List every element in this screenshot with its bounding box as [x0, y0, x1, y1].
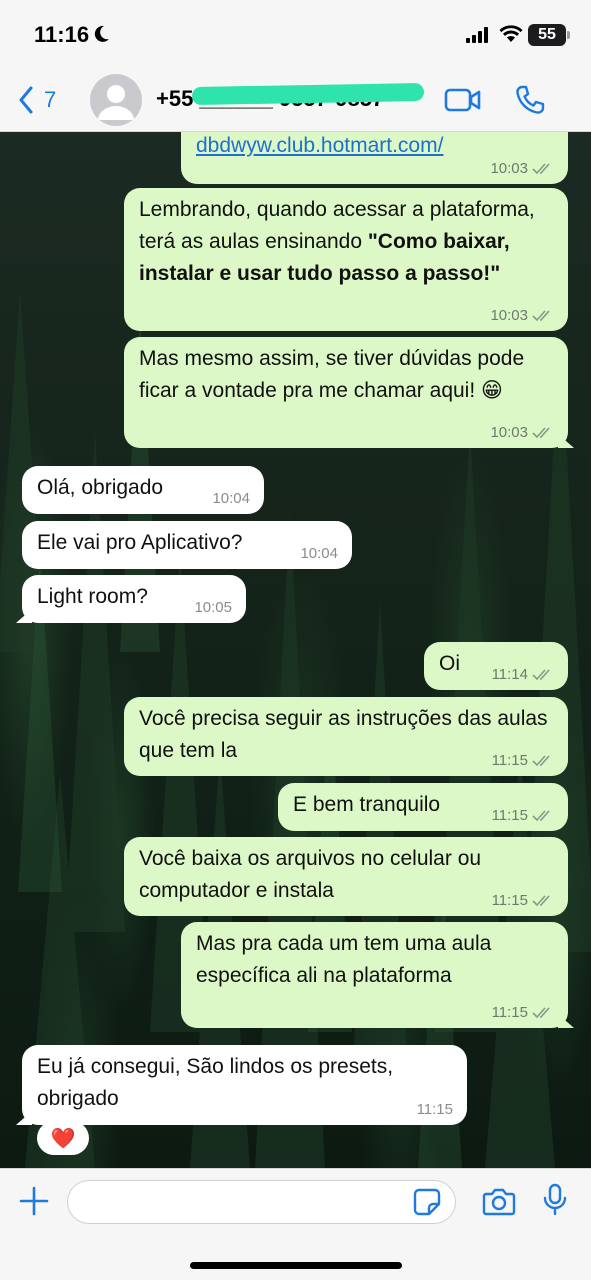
message-time: 11:15 — [491, 807, 528, 824]
back-chevron-icon — [19, 86, 33, 114]
read-receipt-icon — [532, 810, 550, 822]
message-text: Mas pra cada um tem uma aula específica … — [196, 932, 492, 987]
bubble-tail — [16, 1111, 32, 1125]
message-time: 10:04 — [212, 490, 250, 507]
message-bubble-outgoing[interactable]: dbdwyw.club.hotmart.com/ 10:03 — [181, 132, 568, 184]
status-bar: 11:16 55 — [0, 0, 591, 70]
message-time: 11:15 — [491, 752, 528, 769]
message-time: 10:05 — [194, 599, 232, 616]
message-bubble-outgoing[interactable]: Você precisa seguir as instruções das au… — [124, 697, 568, 776]
plus-icon[interactable] — [18, 1185, 50, 1217]
message-list[interactable]: dbdwyw.club.hotmart.com/ 10:03 Lembrando… — [0, 132, 591, 1168]
camera-icon[interactable] — [482, 1187, 516, 1217]
message-input[interactable] — [67, 1180, 456, 1224]
redaction-mark — [191, 82, 425, 106]
bubble-tail — [558, 1014, 574, 1028]
status-time: 11:16 — [34, 22, 90, 47]
back-button[interactable]: 7 — [18, 86, 56, 114]
wifi-icon — [499, 25, 523, 42]
unread-count: 7 — [44, 87, 57, 112]
cellular-signal-icon — [466, 27, 488, 43]
composer-bar — [0, 1168, 591, 1280]
message-time: 11:15 — [416, 1101, 453, 1118]
message-time: 11:15 — [491, 892, 528, 909]
link-text[interactable]: dbdwyw.club.hotmart.com/ — [196, 134, 443, 157]
message-text: Ele vai pro Aplicativo? — [37, 531, 243, 554]
home-indicator — [190, 1262, 402, 1269]
message-bubble-outgoing[interactable]: Mas mesmo assim, se tiver dúvidas pode f… — [124, 337, 574, 448]
read-receipt-icon — [532, 755, 550, 767]
bubble-tail — [558, 434, 574, 448]
message-time: 10:03 — [490, 424, 528, 441]
read-receipt-icon — [532, 310, 550, 322]
moon-icon — [94, 25, 109, 42]
message-bubble-outgoing[interactable]: E bem tranquilo 11:15 — [278, 783, 568, 831]
message-bubble-incoming[interactable]: Olá, obrigado 10:04 — [22, 466, 264, 514]
message-text: Eu já consegui, São lindos os presets, o… — [37, 1055, 394, 1110]
bubble-tail — [16, 609, 32, 623]
avatar[interactable] — [90, 74, 142, 126]
read-receipt-icon — [532, 427, 550, 439]
message-bubble-outgoing[interactable]: Mas pra cada um tem uma aula específica … — [181, 922, 574, 1028]
sticker-icon[interactable] — [413, 1188, 441, 1216]
read-receipt-icon — [532, 1007, 550, 1019]
chat-header: 7 +55 ______ 9557-9857 — [0, 70, 591, 132]
microphone-icon[interactable] — [543, 1183, 567, 1217]
avatar-icon — [98, 85, 134, 120]
reaction-heart[interactable]: ❤️ — [37, 1121, 89, 1155]
message-time: 11:14 — [491, 666, 528, 683]
video-call-icon[interactable] — [444, 86, 482, 114]
message-text: Mas mesmo assim, se tiver dúvidas pode f… — [139, 347, 525, 402]
message-bubble-incoming[interactable]: Ele vai pro Aplicativo? 10:04 — [22, 521, 352, 569]
message-time: 11:15 — [491, 1004, 528, 1021]
message-time: 10:03 — [490, 307, 528, 324]
message-time: 10:03 — [490, 160, 528, 177]
read-receipt-icon — [532, 163, 550, 175]
message-bubble-outgoing[interactable]: Você baixa os arquivos no celular ou com… — [124, 837, 568, 916]
phone-call-icon[interactable] — [514, 84, 546, 116]
message-bubble-incoming[interactable]: Light room? 10:05 — [16, 575, 246, 623]
message-text: Lembrando, quando acessar a plataforma, … — [139, 194, 554, 290]
battery-indicator: 55 — [528, 24, 570, 46]
message-time: 10:04 — [300, 545, 338, 562]
message-bubble-outgoing[interactable]: Lembrando, quando acessar a plataforma, … — [124, 188, 568, 331]
read-receipt-icon — [532, 895, 550, 907]
message-bubble-incoming[interactable]: Eu já consegui, São lindos os presets, o… — [16, 1045, 467, 1125]
message-bubble-outgoing[interactable]: Oi 11:14 — [424, 642, 568, 690]
read-receipt-icon — [532, 669, 550, 681]
